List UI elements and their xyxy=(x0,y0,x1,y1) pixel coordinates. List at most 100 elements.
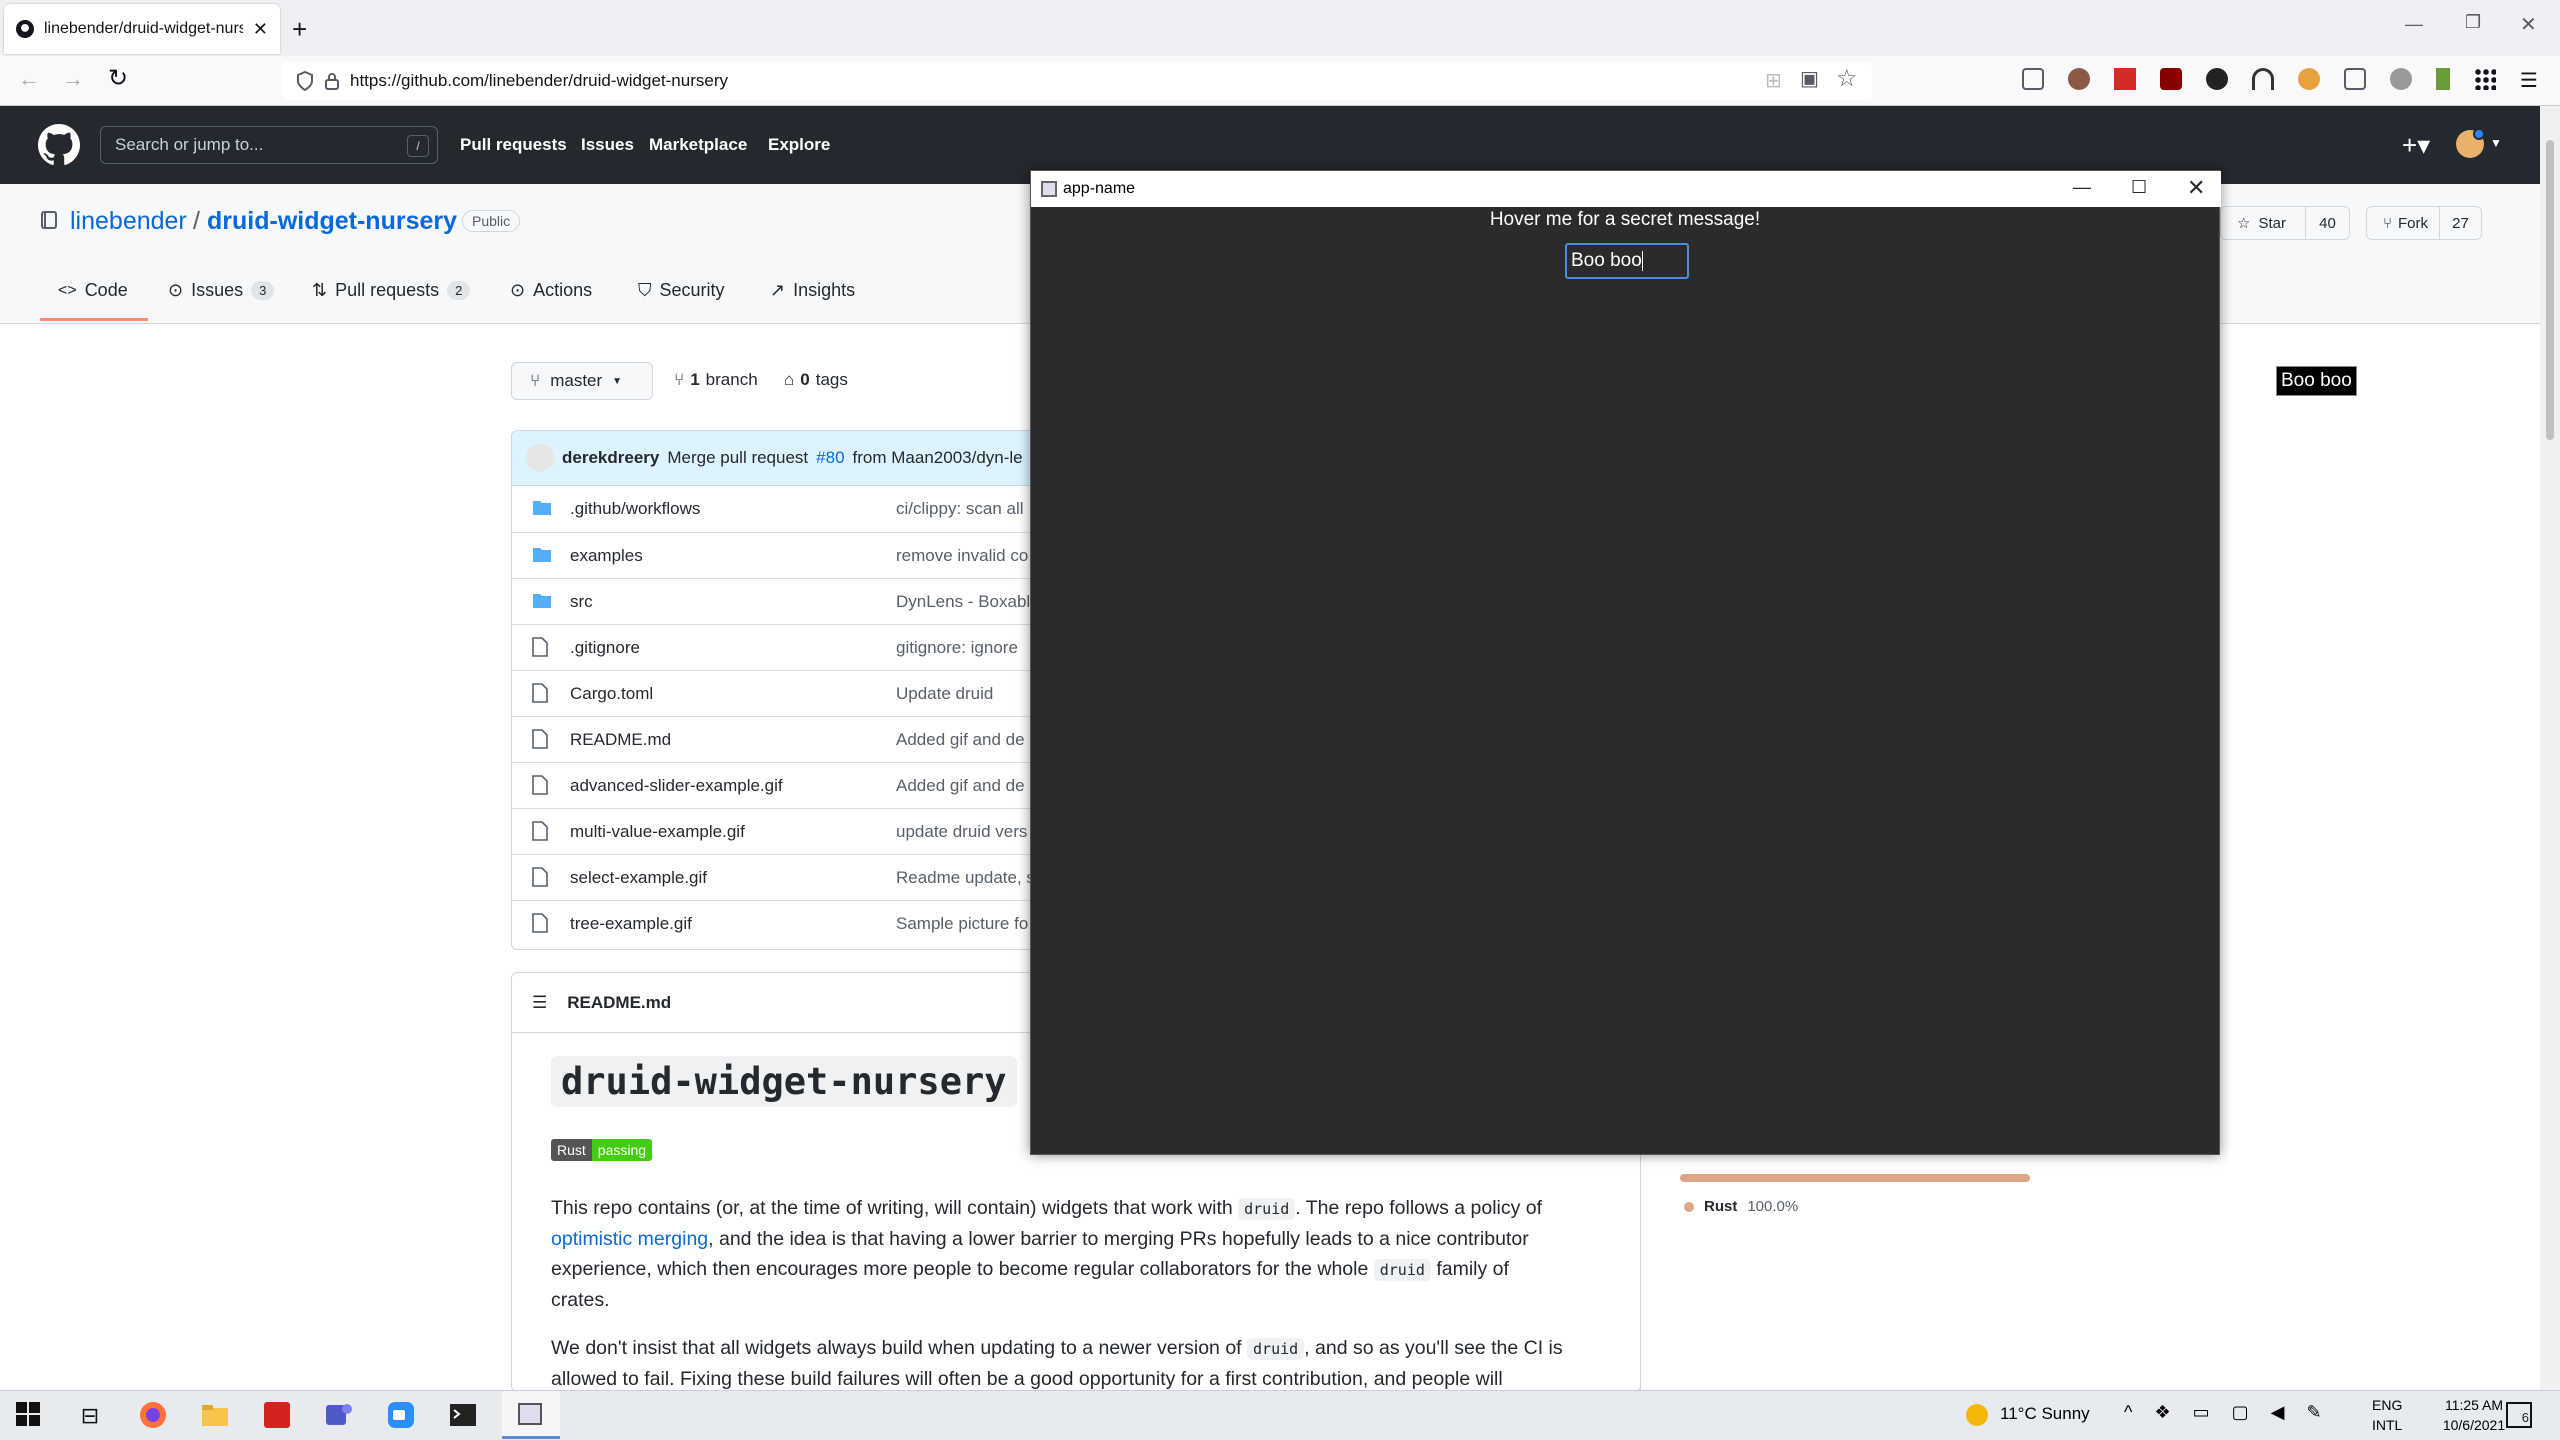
reader-view-icon[interactable]: ▣ xyxy=(1800,66,1819,91)
nav-explore[interactable]: Explore xyxy=(768,135,830,155)
url-bar[interactable]: https://github.com/linebender/druid-widg… xyxy=(282,62,1872,100)
tags-link[interactable]: ⌂ 0 tags xyxy=(784,370,848,390)
fork-count[interactable]: 27 xyxy=(2439,207,2481,239)
nav-marketplace[interactable]: Marketplace xyxy=(649,135,747,155)
hover-label[interactable]: Hover me for a secret message! xyxy=(1031,209,2219,231)
file-name-link[interactable]: advanced-slider-example.gif xyxy=(570,776,783,796)
browser-tab[interactable]: linebender/druid-widget-nurse ✕ xyxy=(4,4,280,54)
file-commit-message[interactable]: Sample picture fo xyxy=(896,914,1028,934)
file-commit-message[interactable]: update druid vers xyxy=(896,822,1027,842)
new-tab-icon[interactable]: + xyxy=(292,14,307,45)
table-row[interactable]: README.md Added gif and de xyxy=(512,716,1031,762)
task-view-icon[interactable]: ⊟ xyxy=(74,1400,106,1432)
table-row[interactable]: examples remove invalid co xyxy=(512,532,1031,578)
network-icon[interactable]: ▭ xyxy=(2193,1402,2210,1423)
ublock-icon[interactable] xyxy=(2160,68,2182,90)
file-name-link[interactable]: tree-example.gif xyxy=(570,914,692,934)
optimistic-merging-link[interactable]: optimistic merging xyxy=(551,1228,708,1250)
restore-browser-icon[interactable]: ❐ xyxy=(2465,12,2481,33)
file-name-link[interactable]: select-example.gif xyxy=(570,868,707,888)
table-row[interactable]: Cargo.toml Update druid xyxy=(512,670,1031,716)
apps-grid-icon[interactable] xyxy=(2474,68,2496,90)
repo-owner-link[interactable]: linebender xyxy=(70,207,187,236)
file-commit-message[interactable]: gitignore: ignore xyxy=(896,638,1018,658)
nav-pull-requests[interactable]: Pull requests xyxy=(460,135,567,155)
table-row[interactable]: multi-value-example.gif update druid vers xyxy=(512,808,1031,854)
file-name-link[interactable]: .github/workflows xyxy=(570,499,700,519)
tab-issues[interactable]: ⊙ Issues 3 xyxy=(168,280,275,301)
minimize-browser-icon[interactable]: — xyxy=(2405,14,2423,35)
notifications-icon[interactable]: 6 xyxy=(2506,1402,2532,1428)
extension-icon[interactable] xyxy=(2114,68,2136,90)
weather-text[interactable]: 11°C Sunny xyxy=(2000,1404,2090,1424)
weather-sun-icon[interactable] xyxy=(1966,1404,1988,1426)
table-row[interactable]: .github/workflows ci/clippy: scan all xyxy=(512,486,1031,532)
file-commit-message[interactable]: DynLens - Boxabl xyxy=(896,592,1030,612)
ci-badge[interactable]: Rust passing xyxy=(551,1139,653,1161)
file-commit-message[interactable]: Readme update, s xyxy=(896,868,1031,888)
commit-pr-link[interactable]: #80 xyxy=(816,448,844,468)
tab-code[interactable]: <> Code xyxy=(58,280,128,301)
teams-icon[interactable] xyxy=(324,1400,356,1432)
commit-author[interactable]: derekdreery xyxy=(562,448,659,468)
avatar[interactable] xyxy=(526,444,554,472)
acrobat-icon[interactable] xyxy=(262,1400,294,1432)
repo-name-link[interactable]: druid-widget-nursery xyxy=(207,207,457,236)
volume-icon[interactable]: ◀ xyxy=(2271,1402,2285,1423)
reload-icon[interactable]: ↻ xyxy=(108,64,128,93)
extension-icon[interactable] xyxy=(2436,68,2450,90)
commit-message[interactable]: Merge pull request xyxy=(667,448,808,468)
table-row[interactable]: select-example.gif Readme update, s xyxy=(512,854,1031,900)
table-row[interactable]: advanced-slider-example.gif Added gif and… xyxy=(512,762,1031,808)
scrollbar-thumb[interactable] xyxy=(2546,140,2554,440)
chevron-down-icon[interactable]: ▼ xyxy=(2490,136,2502,150)
fork-button[interactable]: ⑂ Fork 27 xyxy=(2366,206,2482,240)
table-row[interactable]: .gitignore gitignore: ignore xyxy=(512,624,1031,670)
github-logo-icon[interactable] xyxy=(38,124,80,166)
table-row[interactable]: tree-example.gif Sample picture fo xyxy=(512,900,1031,946)
file-commit-message[interactable]: ci/clippy: scan all xyxy=(896,499,1024,519)
tab-security[interactable]: ⛉ Security xyxy=(638,280,725,301)
file-commit-message[interactable]: Update druid xyxy=(896,684,993,704)
pocket-icon[interactable] xyxy=(2022,68,2044,90)
star-button[interactable]: ☆ Star 40 xyxy=(2220,206,2350,240)
close-icon[interactable]: ✕ xyxy=(2187,175,2205,201)
file-explorer-icon[interactable] xyxy=(200,1400,232,1432)
file-name-link[interactable]: src xyxy=(570,592,593,612)
bookmark-star-icon[interactable]: ☆ xyxy=(1836,64,1858,93)
forward-icon[interactable]: → xyxy=(62,66,84,92)
terminal-icon[interactable] xyxy=(448,1400,480,1432)
table-row[interactable]: src DynLens - Boxabl xyxy=(512,578,1031,624)
file-name-link[interactable]: multi-value-example.gif xyxy=(570,822,745,842)
extension-icon[interactable] xyxy=(2344,68,2366,90)
close-browser-icon[interactable]: ✕ xyxy=(2520,12,2537,37)
translate-icon[interactable]: ⊞ xyxy=(1765,68,1782,93)
extension-icon[interactable] xyxy=(2390,68,2412,90)
file-name-link[interactable]: Cargo.toml xyxy=(570,684,653,704)
firefox-icon[interactable] xyxy=(138,1400,170,1432)
zoom-icon[interactable] xyxy=(386,1400,418,1432)
back-icon[interactable]: ← xyxy=(18,66,40,92)
input-language[interactable]: ENG INTL xyxy=(2372,1395,2402,1435)
tab-insights[interactable]: ↗ Insights xyxy=(770,280,855,301)
text-input[interactable]: Boo boo xyxy=(1565,243,1689,279)
star-count[interactable]: 40 xyxy=(2305,207,2349,239)
pen-icon[interactable]: ✎ xyxy=(2306,1402,2321,1423)
extension-icon[interactable] xyxy=(2068,68,2090,90)
file-commit-message[interactable]: remove invalid co xyxy=(896,546,1028,566)
minimize-icon[interactable]: — xyxy=(2073,177,2091,198)
file-commit-message[interactable]: Added gif and de xyxy=(896,730,1025,750)
page-scrollbar[interactable] xyxy=(2540,106,2560,1390)
dropbox-icon[interactable]: ❖ xyxy=(2154,1402,2170,1423)
app-title-bar[interactable]: app-name — ☐ ✕ xyxy=(1031,171,2221,207)
display-icon[interactable]: ▢ xyxy=(2232,1402,2249,1423)
menu-icon[interactable]: ☰ xyxy=(2520,68,2538,93)
file-name-link[interactable]: .gitignore xyxy=(570,638,640,658)
tab-pull-requests[interactable]: ⇅ Pull requests 2 xyxy=(312,280,471,301)
chevron-up-icon[interactable]: ^ xyxy=(2124,1402,2132,1423)
file-commit-message[interactable]: Added gif and de xyxy=(896,776,1025,796)
windows-start-icon[interactable] xyxy=(14,1400,46,1432)
language-item[interactable]: Rust 100.0% xyxy=(1684,1198,1798,1215)
branch-select[interactable]: ⑂ master ▼ xyxy=(511,362,653,400)
github-search-input[interactable]: Search or jump to... / xyxy=(100,126,438,164)
